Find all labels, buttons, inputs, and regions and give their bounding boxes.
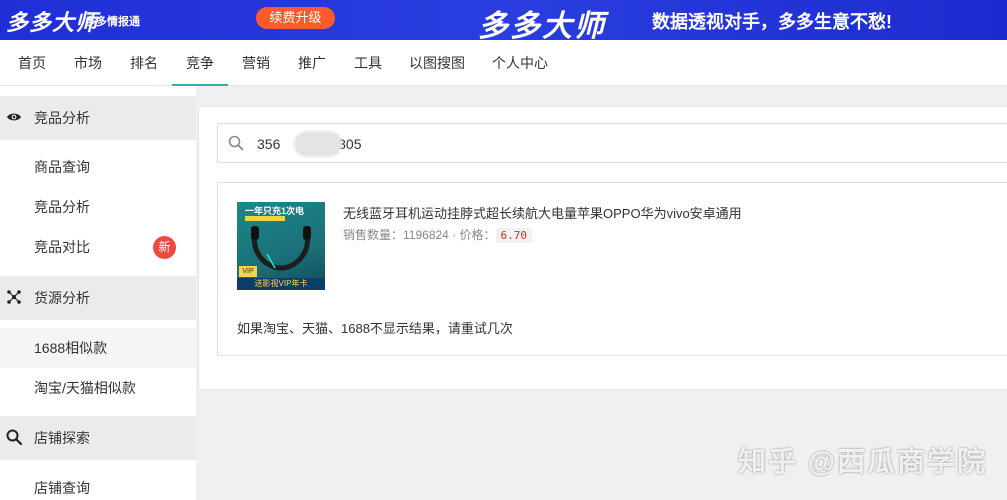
nav-ranking[interactable]: 排名 [130,40,158,86]
result-card: 一年只充1次电 VIP 送影视VIP年卡 无线蓝牙耳机运动挂脖式超长续航大电量苹… [217,182,1007,356]
eye-icon [7,113,21,121]
sidebar-item-store-query[interactable]: 店铺查询 [0,468,196,500]
nav-competition[interactable]: 竞争 [172,40,228,86]
banner-slogan: 数据透视对手，多多生意不愁! [652,12,892,32]
sidebar-item-label: 竞品对比 [34,239,90,255]
sidebar: 竞品分析 商品查询 竞品分析 竞品对比 新 货源分析 1688相似款 淘宝/天猫… [0,86,196,500]
sidebar-item-product-query[interactable]: 商品查询 [0,147,196,187]
brand-subtitle: 多多情报通 [85,16,140,28]
main-nav: 首页 市场 排名 竞争 营销 推广 工具 以图搜图 个人中心 [0,40,1007,86]
redacted-blur [294,131,342,157]
product-meta: 销售数量：1196824 · 价格： 6.70 [343,226,533,243]
thumb-bar [245,216,285,221]
banner-brand: 多多大师 [478,10,606,40]
sidebar-group-store-explore[interactable]: 店铺探索 [0,416,196,460]
nav-tools[interactable]: 工具 [354,40,382,86]
sidebar-item-taobao-tmall-similar[interactable]: 淘宝/天猫相似款 [0,368,196,408]
thumb-caption-bottom: 送影视VIP年卡 [237,278,325,290]
nav-image-search[interactable]: 以图搜图 [409,40,465,86]
nav-personal-center[interactable]: 个人中心 [492,40,548,86]
renew-upgrade-button[interactable]: 续费升级 [256,7,335,29]
retry-hint: 如果淘宝、天猫、1688不显示结果，请重试几次 [237,321,513,336]
sidebar-group-label: 竞品分析 [34,110,90,126]
new-badge: 新 [153,236,176,259]
earphone-icon [251,226,311,271]
sidebar-group-label: 货源分析 [34,290,90,306]
price-tag: 6.70 [495,228,533,243]
main-panel: 356 2305 一年只充1次电 VIP 送影视VIP年卡 无线蓝牙耳机运动挂脖式… [198,106,1007,390]
sidebar-item-1688-similar[interactable]: 1688相似款 [0,328,196,368]
product-thumbnail[interactable]: 一年只充1次电 VIP 送影视VIP年卡 [237,202,325,290]
product-title[interactable]: 无线蓝牙耳机运动挂脖式超长续航大电量苹果OPPO华为vivo安卓通用 [343,203,742,222]
search-icon [6,429,22,445]
sales-count: 1196824 [403,228,449,242]
thumb-vip-badge: VIP [239,266,257,277]
sidebar-group-competitor-analysis[interactable]: 竞品分析 [0,96,196,140]
sidebar-group-label: 店铺探索 [34,430,90,446]
nav-home[interactable]: 首页 [18,40,46,86]
nav-marketing[interactable]: 营销 [242,40,270,86]
top-banner: 多多大师 多多情报通 续费升级 多多大师 数据透视对手，多多生意不愁! [0,0,1007,40]
search-icon [228,135,244,151]
nav-market[interactable]: 市场 [74,40,102,86]
sidebar-group-source-analysis[interactable]: 货源分析 [0,276,196,320]
sidebar-item-competitor-compare[interactable]: 竞品对比 新 [0,227,196,267]
network-icon [7,290,21,304]
search-input[interactable]: 356 2305 [217,123,1007,163]
nav-promotion[interactable]: 推广 [298,40,326,86]
sidebar-item-competitor-analysis[interactable]: 竞品分析 [0,187,196,227]
watermark: 知乎 @西瓜商学院 [738,446,988,477]
